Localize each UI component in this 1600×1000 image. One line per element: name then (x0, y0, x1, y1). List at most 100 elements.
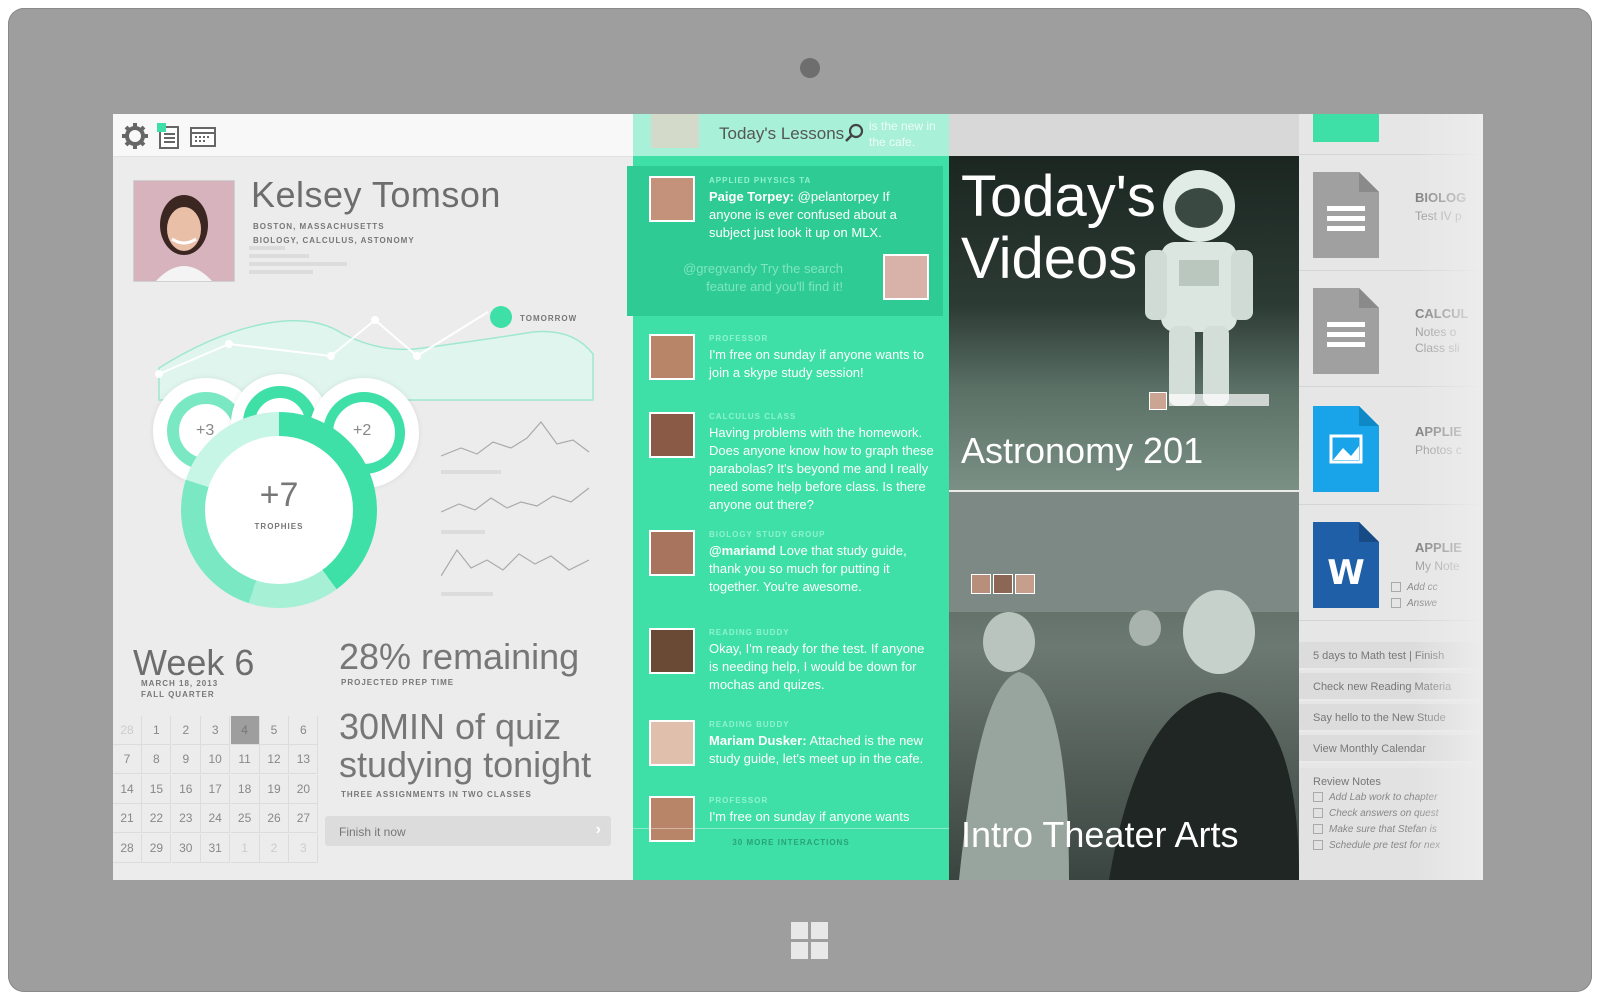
week-subtitle: MARCH 18, 2013 FALL QUARTER (141, 678, 218, 700)
tomorrow-marker[interactable] (490, 306, 512, 328)
more-interactions-link[interactable]: 30 MORE INTERACTIONS (633, 828, 949, 857)
calendar-day[interactable]: 1 (230, 833, 260, 863)
calendar-day[interactable]: 28 (113, 833, 142, 863)
video-title: Intro Theater Arts (961, 814, 1239, 855)
calendar-day[interactable]: 13 (289, 745, 319, 775)
avatar[interactable] (649, 720, 695, 766)
calendar-day[interactable]: 28 (113, 716, 142, 745)
calendar-day[interactable]: 12 (260, 745, 289, 775)
avatar (651, 114, 699, 148)
post-text: Okay, I'm ready for the test. If anyone … (709, 640, 935, 694)
post-text: Having problems with the homework. Does … (709, 424, 935, 514)
calendar-day[interactable]: 15 (142, 774, 172, 804)
calendar-day[interactable]: 25 (230, 804, 260, 834)
video-tile-astronomy[interactable]: Today's Videos Astronomy 201 (949, 156, 1299, 490)
calendar-day[interactable]: 29 (142, 833, 172, 863)
gear-icon[interactable] (121, 122, 149, 150)
calendar-day[interactable]: 20 (289, 774, 319, 804)
checkbox[interactable] (1391, 582, 1401, 593)
profile-location: BOSTON, MASSACHUSETTS BIOLOGY, CALCULUS,… (253, 220, 415, 248)
calendar-day[interactable]: 23 (171, 804, 201, 834)
post-text: @mariamd Love that study guide, thank yo… (709, 542, 935, 596)
avatar (993, 574, 1013, 594)
profile-name: Kelsey Tomson (251, 174, 501, 215)
calendar-day[interactable]: 14 (113, 774, 142, 804)
calendar-day[interactable]: 10 (201, 745, 231, 775)
week-quarter: FALL QUARTER (141, 690, 215, 699)
windows-logo-icon[interactable] (791, 922, 829, 960)
calendar-day[interactable]: 21 (113, 804, 142, 834)
profile-photo-image (134, 181, 234, 281)
avatar[interactable] (649, 334, 695, 380)
avatar[interactable] (649, 530, 695, 576)
placeholder-bar (249, 254, 309, 258)
calendar-day[interactable]: 17 (201, 774, 231, 804)
trophies-value: +7 (259, 476, 299, 514)
calendar-day[interactable]: 4 (230, 716, 260, 745)
calendar-icon[interactable] (189, 122, 217, 150)
post-tag: READING BUDDY (709, 720, 790, 729)
post-body: Having problems with the homework. Does … (709, 425, 934, 512)
calendar-day[interactable]: 31 (201, 833, 231, 863)
calendar-day[interactable]: 8 (142, 745, 172, 775)
post-author[interactable]: Paige Torpey: (709, 189, 794, 204)
svg-text:</>: </> (1326, 114, 1366, 117)
checkbox[interactable] (1313, 808, 1323, 819)
videos-panel: Today's Videos Astronomy 201 Intro Theat (949, 114, 1299, 880)
video-tile-theater[interactable]: Intro Theater Arts (949, 492, 1299, 880)
checkbox[interactable] (1313, 840, 1323, 851)
post-text: I'm free on sunday if anyone wants (709, 808, 935, 826)
calendar-day[interactable]: 24 (201, 804, 231, 834)
review-notes-title: Review Notes (1313, 776, 1381, 788)
videos-heading: Today's Videos (961, 166, 1156, 290)
mini-chart-2 (441, 487, 590, 534)
image-file-icon (1313, 406, 1379, 492)
calendar-day[interactable]: 11 (230, 745, 260, 775)
calendar-day[interactable]: 27 (289, 804, 319, 834)
lessons-title: Today's Lessons (719, 124, 845, 143)
calendar-day[interactable]: 18 (230, 774, 260, 804)
top-toolbar (113, 114, 645, 157)
checkbox[interactable] (1391, 598, 1401, 609)
calendar-day[interactable]: 1 (142, 716, 172, 745)
calendar-day[interactable]: 5 (260, 716, 289, 745)
edge-fade (1413, 114, 1483, 880)
calendar-day[interactable]: 2 (260, 833, 289, 863)
post-body: I'm free on sunday if anyone wants to jo… (709, 347, 924, 380)
search-icon[interactable] (843, 122, 865, 144)
reply-avatar[interactable] (883, 254, 929, 300)
placeholder-bar (249, 262, 347, 266)
post-author[interactable]: @mariamd (709, 543, 776, 558)
calendar-day[interactable]: 19 (260, 774, 289, 804)
finish-button[interactable]: Finish it now › (325, 816, 611, 846)
post-author[interactable]: Mariam Dusker: (709, 733, 807, 748)
checkbox[interactable] (1313, 824, 1323, 835)
tomorrow-label: TOMORROW (520, 314, 578, 323)
calendar-day[interactable]: 7 (113, 745, 142, 775)
calendar-day[interactable]: 6 (289, 716, 319, 745)
calendar-day[interactable]: 22 (142, 804, 172, 834)
calendar-day[interactable]: 30 (171, 833, 201, 863)
screen: Kelsey Tomson BOSTON, MASSACHUSETTS BIOL… (113, 114, 1483, 880)
placeholder-bar (249, 270, 313, 274)
post-text: Paige Torpey: @pelantorpey If anyone is … (709, 188, 935, 242)
calendar-day[interactable]: 2 (171, 716, 201, 745)
calendar-day[interactable]: 3 (201, 716, 231, 745)
post-tag: PROFESSOR (709, 796, 769, 805)
calendar-day[interactable]: 9 (171, 745, 201, 775)
post-tag: CALCULUS CLASS (709, 412, 797, 421)
trophies-ring[interactable]: +7 TROPHIES (181, 412, 377, 608)
calendar-day[interactable]: 26 (260, 804, 289, 834)
avatar[interactable] (649, 628, 695, 674)
checkbox[interactable] (1313, 792, 1323, 803)
calendar-day[interactable]: 16 (171, 774, 201, 804)
avatar[interactable] (133, 180, 235, 282)
post-text: Mariam Dusker: Attached is the new study… (709, 732, 935, 768)
avatar[interactable] (649, 176, 695, 222)
week-date: MARCH 18, 2013 (141, 679, 219, 688)
notes-icon[interactable] (155, 122, 183, 150)
avatar[interactable] (649, 412, 695, 458)
quiz-stat: 30MIN of quiz studying tonight (339, 708, 591, 784)
avatar (1015, 574, 1035, 594)
calendar-day[interactable]: 3 (289, 833, 319, 863)
